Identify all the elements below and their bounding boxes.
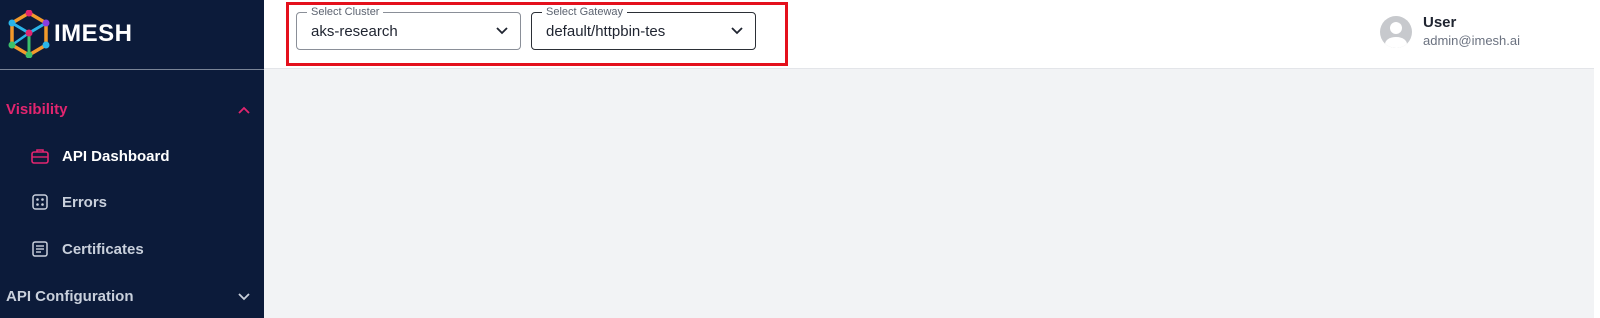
section-visibility-label: Visibility	[6, 100, 68, 118]
dice-icon	[30, 192, 50, 212]
section-api-configuration[interactable]: API Configuration	[0, 276, 264, 316]
user-info: User admin@imesh.ai	[1423, 14, 1520, 50]
sidebar-item-label: Errors	[62, 193, 108, 211]
gateway-select[interactable]: Select Gateway default/httpbin-tes	[531, 5, 756, 50]
cluster-select-legend: Select Cluster	[307, 5, 384, 19]
scrollbar[interactable]	[1594, 0, 1600, 318]
sidebar-item-certificates[interactable]: Certificates	[0, 229, 264, 269]
sidebar: IMESH Visibility API Dashboard Errors Ce…	[0, 0, 264, 318]
chevron-up-icon	[224, 101, 264, 118]
sidebar-item-api-dashboard[interactable]: API Dashboard	[0, 136, 264, 176]
user-email: admin@imesh.ai	[1423, 33, 1521, 48]
section-api-configuration-label: API Configuration	[6, 287, 134, 305]
sidebar-item-label: Certificates	[62, 240, 144, 258]
logo[interactable]: IMESH	[8, 8, 133, 60]
briefcase-icon	[30, 146, 50, 166]
person-icon	[1385, 22, 1407, 48]
cluster-select-value: aks-research	[311, 22, 398, 40]
logo-text: IMESH	[54, 20, 133, 47]
user-menu[interactable]: User admin@imesh.ai	[1380, 12, 1520, 52]
document-icon	[30, 239, 50, 259]
user-name: User	[1423, 14, 1457, 31]
chevron-down-icon	[719, 27, 755, 35]
logo-divider	[0, 69, 264, 70]
section-visibility[interactable]: Visibility	[0, 89, 264, 129]
gateway-select-legend: Select Gateway	[542, 5, 628, 19]
chevron-down-icon	[224, 288, 264, 305]
sidebar-item-errors[interactable]: Errors	[0, 182, 264, 222]
sidebar-item-label: API Dashboard	[62, 147, 170, 165]
avatar[interactable]	[1380, 16, 1412, 48]
imesh-logo-icon	[8, 10, 50, 58]
gateway-select-value: default/httpbin-tes	[546, 22, 666, 40]
chevron-down-icon	[484, 27, 520, 35]
cluster-select[interactable]: Select Cluster aks-research	[296, 5, 521, 50]
